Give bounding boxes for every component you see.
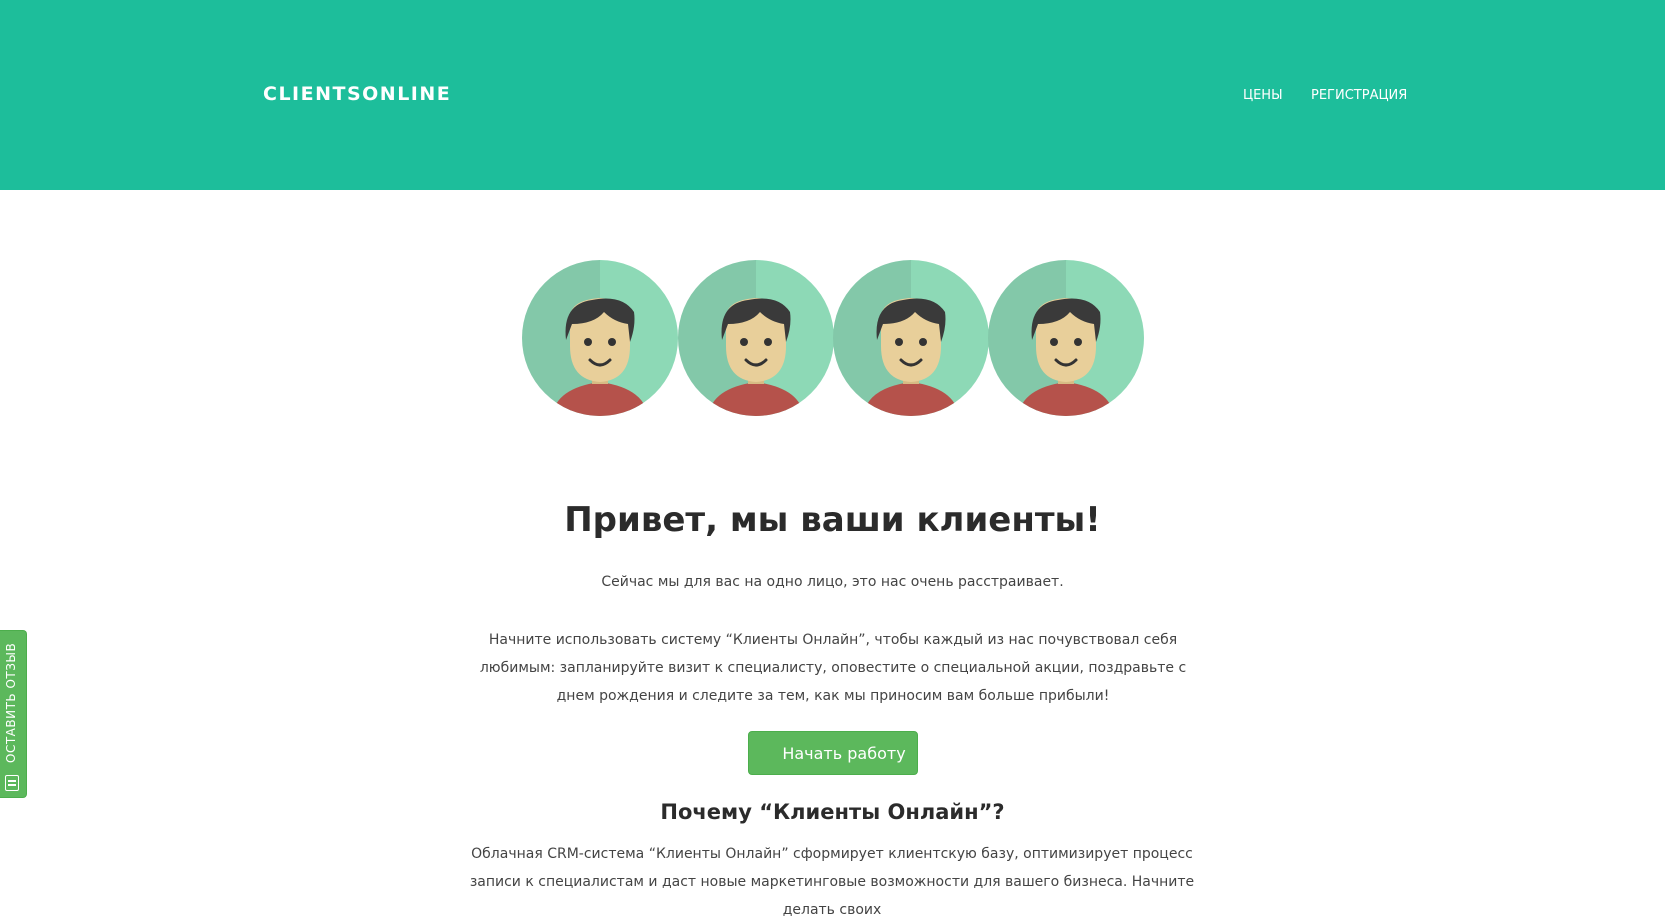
feedback-form-icon	[5, 775, 19, 791]
hero-description: Начните использовать систему “Клиенты Он…	[479, 632, 1187, 704]
why-section-title: Почему “Клиенты Онлайн”?	[660, 800, 1005, 824]
nav-link-register[interactable]: РЕГИСТРАЦИЯ	[1311, 88, 1407, 103]
feedback-tab-label: ОСТАВИТЬ ОТЗЫВ	[4, 642, 18, 763]
nav-link-prices[interactable]: ЦЕНЫ	[1243, 88, 1283, 103]
client-avatar-icon	[522, 260, 678, 416]
site-header: CLIENTSONLINE ЦЕНЫ РЕГИСТРАЦИЯ	[0, 0, 1665, 190]
client-avatar-icon	[678, 260, 834, 416]
feedback-tab[interactable]: ОСТАВИТЬ ОТЗЫВ	[0, 630, 27, 798]
hero-title: Привет, мы ваши клиенты!	[564, 500, 1101, 540]
site-logo[interactable]: CLIENTSONLINE	[263, 83, 451, 105]
start-work-button[interactable]: Начать работу	[748, 731, 918, 775]
client-avatar-icon	[833, 260, 989, 416]
avatar-row	[522, 260, 1144, 416]
client-avatar-icon	[988, 260, 1144, 416]
why-section-text: Облачная CRM-система “Клиенты Онлайн” сф…	[469, 846, 1195, 918]
hero-subtitle: Сейчас мы для вас на одно лицо, это нас …	[601, 574, 1064, 590]
